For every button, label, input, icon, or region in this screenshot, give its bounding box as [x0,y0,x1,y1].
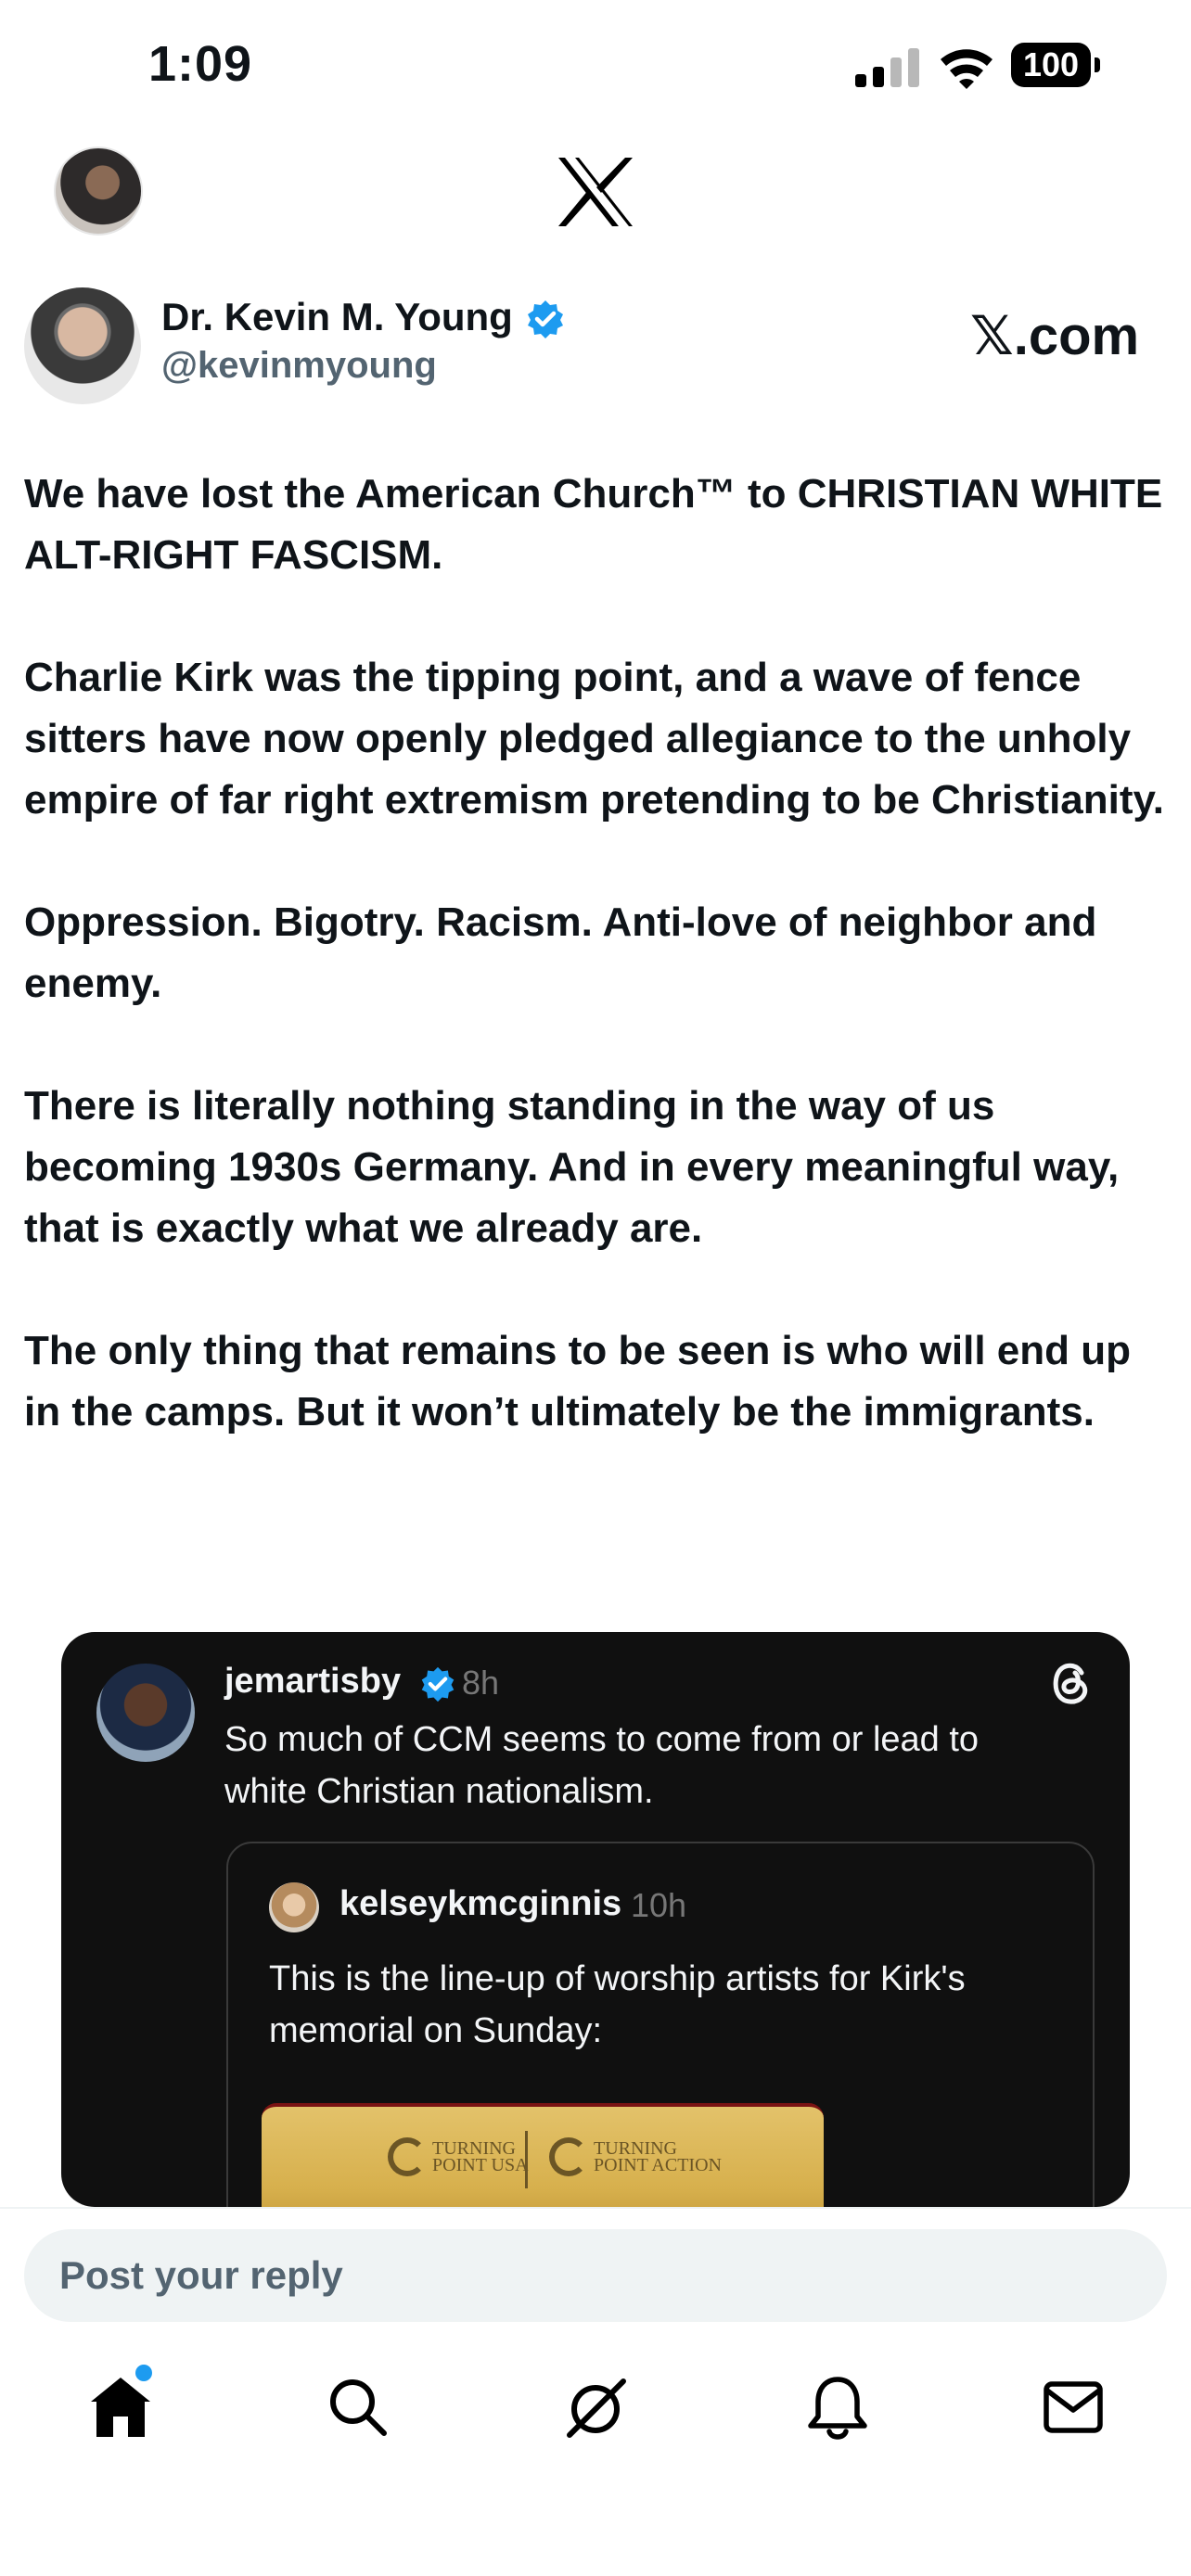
post-paragraph: Charlie Kirk was the tipping point, and … [24,655,1164,823]
profile-avatar[interactable] [54,147,143,236]
quote-username: kelseykmcginnis [339,1884,622,1923]
post-text: We have lost the American Church™ to CHR… [24,464,1167,1443]
turning-point-action-logo: TURNING POINT ACTION [549,2127,722,2187]
logo-text: POINT USA [432,2155,529,2175]
source-label: 𝕏.com [970,306,1140,366]
quote-time: 10h [631,1886,687,1924]
divider [0,2207,1191,2209]
notifications-icon[interactable] [805,2374,870,2442]
logo-divider [525,2131,528,2188]
post-paragraph: The only thing that remains to be seen i… [24,1328,1132,1435]
quoted-post: kelseykmcginnis 10h This is the line-up … [226,1842,1095,2207]
embedded-screenshot[interactable]: jemartisby 8h So much of CCM seems to co… [61,1632,1130,2207]
turning-point-arc-icon [549,2137,588,2176]
embed-text: So much of CCM seems to come from or lea… [224,1720,980,1811]
author-avatar[interactable] [24,287,141,404]
logo-text: POINT ACTION [594,2155,722,2175]
quote-avatar [269,1882,319,1932]
wifi-icon [941,49,992,89]
turning-point-usa-logo: TURNING POINT USA [388,2127,529,2187]
threads-icon [1053,1663,1088,1704]
verified-badge-icon [421,1666,455,1702]
embed-time: 8h [462,1664,500,1702]
grok-icon[interactable] [562,2376,629,2442]
status-time: 1:09 [148,36,253,92]
post-paragraph: We have lost the American Church™ to CHR… [24,471,1163,578]
post-paragraph: Oppression. Bigotry. Racism. Anti-love o… [24,899,1097,1006]
author-name[interactable]: Dr. Kevin M. Young [161,295,513,339]
home-icon[interactable] [87,2374,154,2441]
author-handle[interactable]: @kevinmyoung [161,345,437,387]
quote-text: This is the line-up of worship artists f… [269,1959,966,2050]
cellular-signal-icon [855,48,919,87]
x-logo-icon [558,158,633,226]
post-paragraph: There is literally nothing standing in t… [24,1083,1120,1251]
battery-icon: 100 [1011,43,1104,89]
turning-point-arc-icon [388,2137,427,2176]
messages-icon[interactable] [1043,2379,1104,2435]
home-notification-dot [135,2365,152,2381]
quote-image: TURNING POINT USA TURNING POINT ACTION [262,2103,824,2207]
battery-level: 100 [1011,43,1091,87]
embed-avatar [96,1664,195,1762]
reply-input[interactable]: Post your reply [24,2229,1167,2322]
search-icon[interactable] [327,2376,390,2439]
embed-username: jemartisby [224,1662,402,1701]
verified-badge-icon [528,300,563,338]
